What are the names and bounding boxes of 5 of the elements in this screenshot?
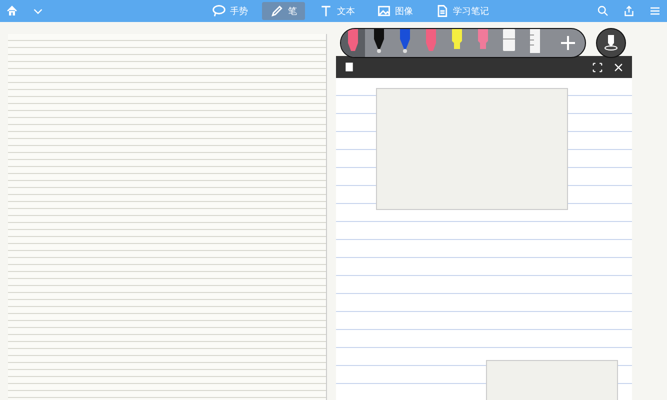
tool-button[interactable]: 文本 bbox=[311, 2, 363, 20]
tool-button[interactable]: 手势 bbox=[204, 2, 256, 20]
tool-button[interactable]: 笔 bbox=[262, 2, 305, 20]
tool-button[interactable]: 学习笔记 bbox=[427, 2, 497, 20]
tool-button[interactable]: 图像 bbox=[369, 2, 421, 20]
